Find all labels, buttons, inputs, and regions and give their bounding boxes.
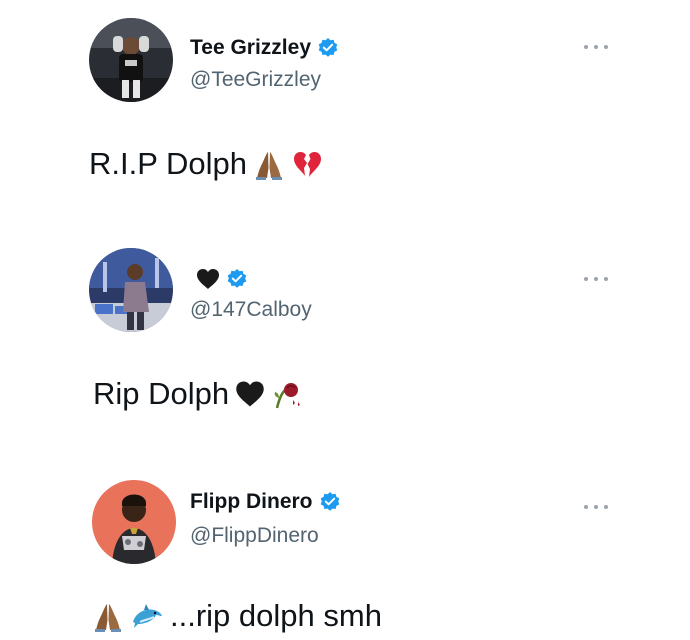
handle[interactable]: @FlippDinero — [190, 524, 319, 548]
wilted-rose-icon — [271, 378, 303, 410]
broken-heart-icon — [291, 148, 323, 180]
tweet-text: Rip Dolph — [93, 376, 303, 412]
verified-badge-icon — [226, 268, 248, 290]
verified-badge-icon — [319, 491, 341, 513]
display-name-row[interactable]: Tee Grizzley — [190, 36, 339, 60]
display-name-row[interactable] — [190, 268, 248, 290]
tweet-text: R.I.P Dolph — [89, 146, 323, 182]
more-options-icon[interactable] — [584, 274, 608, 284]
dolphin-icon — [130, 600, 164, 632]
tweet-text-content: Rip Dolph — [93, 376, 230, 411]
avatar[interactable] — [89, 18, 173, 102]
tweet-3: Flipp Dinero @FlippDinero ...rip dolph s… — [0, 462, 690, 640]
display-name[interactable]: Flipp Dinero — [190, 490, 313, 514]
tweet-1: Tee Grizzley @TeeGrizzley R.I.P Dolph — [0, 0, 690, 210]
handle[interactable]: @147Calboy — [190, 298, 312, 322]
folded-hands-icon — [92, 600, 124, 632]
handle[interactable]: @TeeGrizzley — [190, 68, 321, 92]
tweet-text-content: R.I.P Dolph — [89, 146, 247, 181]
tweet-2: @147Calboy Rip Dolph — [0, 230, 690, 440]
tweet-text: ...rip dolph smh — [92, 598, 382, 634]
verified-badge-icon — [317, 37, 339, 59]
more-options-icon[interactable] — [584, 42, 608, 52]
display-name[interactable]: Tee Grizzley — [190, 36, 311, 60]
avatar[interactable] — [89, 248, 173, 332]
tweet-text-content: ...rip dolph smh — [170, 598, 382, 633]
avatar[interactable] — [92, 480, 176, 564]
display-name-row[interactable]: Flipp Dinero — [190, 490, 341, 514]
black-heart-icon — [235, 380, 265, 408]
more-options-icon[interactable] — [584, 502, 608, 512]
folded-hands-icon — [253, 148, 285, 180]
black-heart-icon — [196, 268, 220, 290]
